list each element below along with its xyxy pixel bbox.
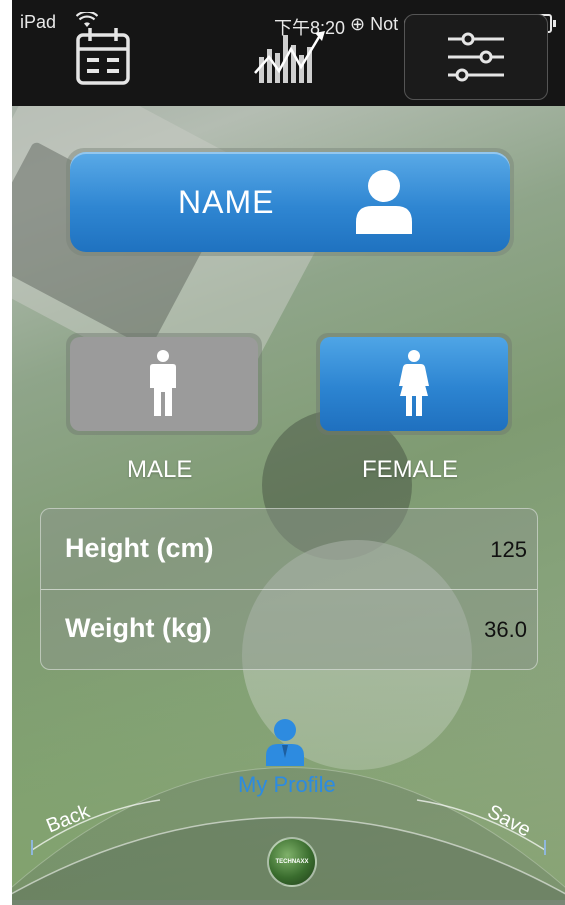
orientation-lock-icon: ⊕ [350,14,366,34]
name-label: NAME [178,184,275,220]
weight-row[interactable]: Weight (kg) 36.0 [41,589,537,669]
profile-screen: iPad 下午8:20 ⊕ Not Charging [12,0,565,905]
user-icon [356,170,412,234]
name-button[interactable] [70,152,510,252]
settings-sliders-icon [448,32,504,82]
calendar-icon [76,28,130,85]
male-icon [150,350,176,416]
statistics-button[interactable] [250,14,330,98]
weight-label: Weight (kg) [65,613,212,643]
carrier-label: iPad [20,12,57,32]
female-icon [399,350,429,416]
measurements-panel: Height (cm) 125 Weight (kg) 36.0 [40,508,538,670]
height-label: Height (cm) [65,533,214,563]
settings-button[interactable] [404,14,548,100]
logo-text: TECHNAXX [275,859,309,865]
weight-value[interactable]: 36.0 [484,617,527,643]
male-label: MALE [127,456,193,483]
technaxx-logo: TECHNAXX [267,837,317,887]
statistics-chart-icon [254,31,325,83]
height-row[interactable]: Height (cm) 125 [41,509,537,590]
female-label: FEMALE [362,456,459,483]
calendar-button[interactable] [67,14,139,98]
height-value[interactable]: 125 [490,537,527,563]
my-profile-label: My Profile [238,772,336,797]
top-toolbar: iPad 下午8:20 ⊕ Not Charging [12,0,565,106]
my-profile-icon [266,719,304,766]
